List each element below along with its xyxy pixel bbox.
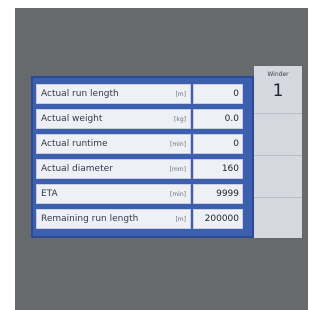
row-actual-diameter: Actual diameter [mm] 160	[36, 159, 243, 179]
row-label-cell: Actual runtime [min]	[36, 134, 191, 154]
row-unit: [m]	[175, 90, 186, 98]
row-actual-run-length: Actual run length [m] 0	[36, 84, 243, 104]
row-value[interactable]: 9999	[193, 184, 243, 204]
winder-title: Winder	[267, 71, 289, 78]
side-button-2[interactable]	[254, 156, 302, 198]
row-label: Remaining run length	[41, 214, 139, 224]
row-unit: [mm]	[169, 165, 186, 173]
row-label-cell: ETA [min]	[36, 184, 191, 204]
row-value[interactable]: 0	[193, 134, 243, 154]
row-value[interactable]: 200000	[193, 209, 243, 229]
row-actual-runtime: Actual runtime [min] 0	[36, 134, 243, 154]
row-actual-weight: Actual weight [kg] 0.0	[36, 109, 243, 129]
row-eta: ETA [min] 9999	[36, 184, 243, 204]
row-value[interactable]: 160	[193, 159, 243, 179]
row-unit: [min]	[170, 140, 186, 148]
winder-number: 1	[272, 81, 284, 101]
winder-side-panel: Winder 1	[254, 66, 302, 238]
row-label: Actual diameter	[41, 164, 113, 174]
row-label: Actual weight	[41, 114, 103, 124]
row-value[interactable]: 0.0	[193, 109, 243, 129]
row-remaining-run-length: Remaining run length [m] 200000	[36, 209, 243, 229]
row-unit: [m]	[175, 215, 186, 223]
data-panel: Actual run length [m] 0 Actual weight [k…	[31, 76, 254, 238]
row-unit: [kg]	[174, 115, 186, 123]
row-label-cell: Actual diameter [mm]	[36, 159, 191, 179]
row-unit: [min]	[170, 190, 186, 198]
row-label-cell: Actual run length [m]	[36, 84, 191, 104]
row-label: Actual run length	[41, 89, 119, 99]
row-label-cell: Actual weight [kg]	[36, 109, 191, 129]
row-label: Actual runtime	[41, 139, 108, 149]
side-button-3[interactable]	[254, 198, 302, 238]
row-label-cell: Remaining run length [m]	[36, 209, 191, 229]
row-value[interactable]: 0	[193, 84, 243, 104]
side-button-1[interactable]	[254, 114, 302, 156]
row-label: ETA	[41, 189, 58, 199]
winder-selector[interactable]: Winder 1	[254, 66, 302, 114]
